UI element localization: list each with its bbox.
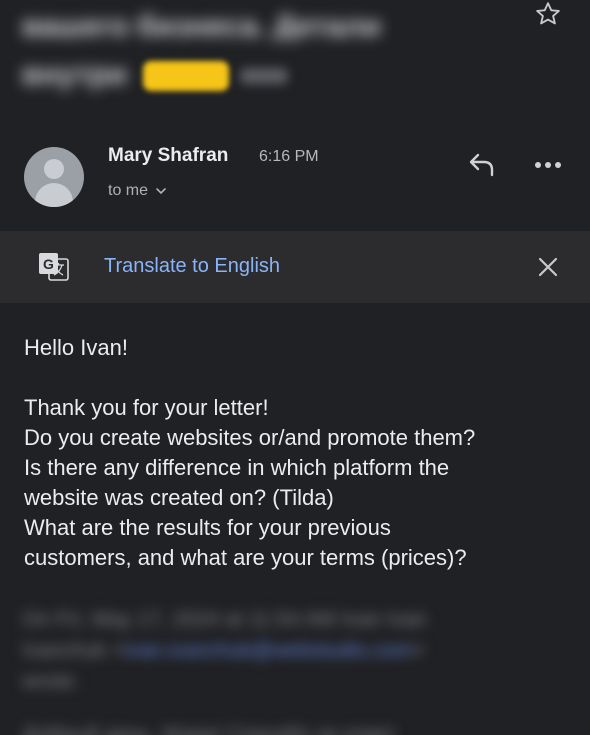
subject-line-2: внутри (22, 58, 128, 91)
message-line: Is there any difference in which platfor… (24, 455, 450, 480)
sender-name[interactable]: Mary Shafran (108, 145, 228, 167)
quoted-header-line: On Fri, May 17, 2024 at 11:54 AM Ivan Iv… (22, 608, 427, 631)
translate-bar: G Translate to English (0, 231, 590, 303)
quoted-text-line: Добрый день, Мэри! Спасибо за ответ (22, 723, 396, 735)
close-icon (538, 257, 558, 277)
svg-text:G: G (43, 256, 54, 272)
message-line: website was created on? (Tilda) (24, 485, 334, 510)
message-line: What are the results for your previous (24, 515, 391, 540)
label-inbox (240, 68, 288, 84)
email-subject: вашего бизнеса. Детали внутри (0, 0, 590, 120)
google-translate-icon: G (39, 253, 69, 281)
chevron-down-icon (156, 188, 166, 195)
sender-avatar[interactable] (24, 147, 84, 207)
recipient-details-toggle[interactable]: to me (108, 182, 167, 200)
message-line: Do you create websites or/and promote th… (24, 425, 476, 450)
reply-icon (469, 153, 494, 177)
close-translate-button[interactable] (532, 251, 564, 283)
label-chip[interactable] (143, 61, 229, 91)
quoted-email-link[interactable]: ivan.ivanchuk@webstudio.com (124, 639, 413, 662)
subject-line-1: вашего бизнеса. Детали (22, 10, 381, 43)
message-body: Hello Ivan! Thank you for your letter! D… (24, 333, 574, 573)
more-options-button[interactable] (528, 150, 568, 180)
recipient-label: to me (108, 182, 149, 199)
quoted-previous-message: On Fri, May 17, 2024 at 11:54 AM Ivan Iv… (22, 604, 582, 735)
translate-to-english-link[interactable]: Translate to English (104, 255, 280, 278)
star-button[interactable] (532, 0, 564, 28)
message-line: customers, and what are your terms (pric… (24, 545, 467, 570)
reply-button[interactable] (462, 148, 502, 180)
person-avatar-icon (44, 159, 64, 179)
email-view: вашего бизнеса. Детали внутри Mary Shafr… (0, 0, 590, 735)
quoted-sender-name: Ivanchuk < (22, 639, 125, 662)
message-greeting: Hello Ivan! (24, 335, 128, 360)
quoted-wrote-line: wrote: (22, 670, 80, 693)
sent-time: 6:16 PM (259, 148, 319, 165)
message-line: Thank you for your letter! (24, 395, 269, 420)
star-outline-icon (536, 2, 560, 25)
more-horizontal-icon (535, 162, 561, 168)
